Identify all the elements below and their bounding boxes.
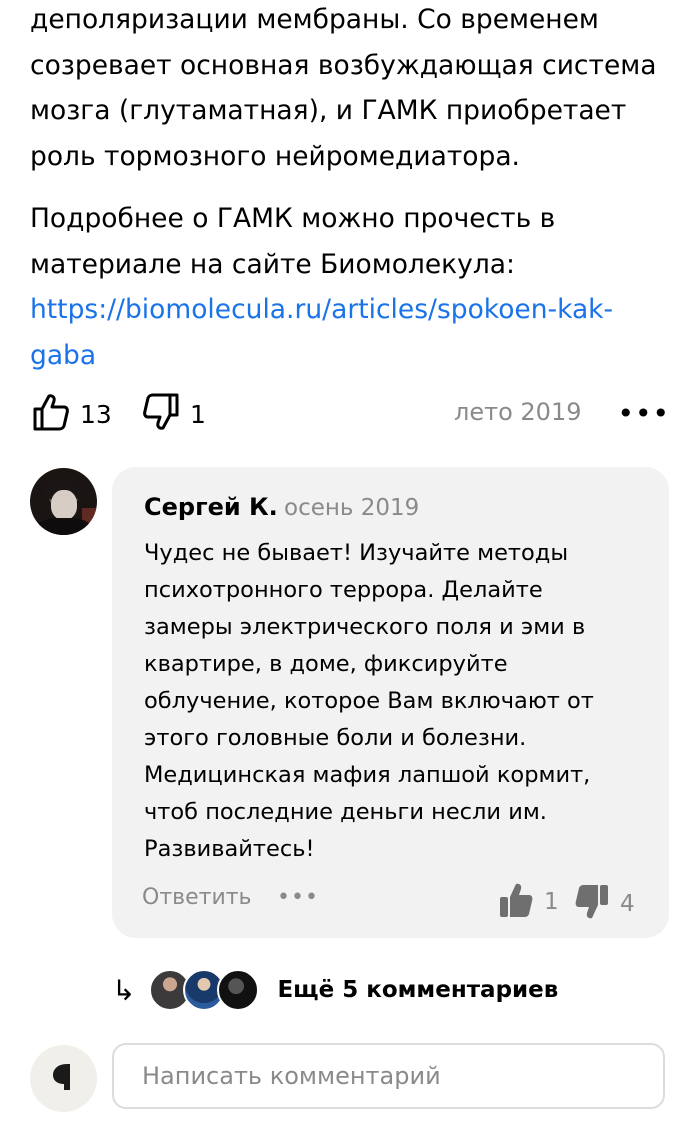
comment-like-button[interactable]: 1: [498, 881, 559, 923]
article-text: деполяризации мембраны. Со временем созр…: [30, 0, 670, 378]
article-paragraph: Подробнее о ГАМК можно прочесть в матери…: [30, 196, 670, 378]
comment-more-button[interactable]: •••: [277, 885, 319, 910]
text-line: созревает основная возбуждающая система: [30, 49, 657, 81]
more-comments-label: Ещё 5 комментариев: [277, 977, 559, 1003]
thumbs-down-icon: [142, 392, 180, 436]
text-line: материале на сайте Биомолекула:: [30, 248, 515, 280]
biomolecula-link[interactable]: https://biomolecula.ru/articles/spokoen-…: [30, 294, 613, 371]
reply-arrow-icon: ↳: [112, 973, 136, 1007]
reply-button[interactable]: Ответить: [142, 885, 252, 910]
text-line: роль тормозного нейромедиатора.: [30, 140, 520, 172]
link-line[interactable]: https://biomolecula.ru/articles/spokoen-…: [30, 294, 613, 325]
zen-logo-icon: [49, 1060, 79, 1098]
link-line[interactable]: gaba: [30, 340, 96, 371]
comment-dislike-count: 4: [620, 891, 635, 917]
post-actions: 13 1 лето 2019 •••: [30, 392, 670, 436]
like-button[interactable]: 13: [32, 392, 112, 436]
thumbs-up-icon: [32, 392, 70, 436]
text-line: облучение, которое Вам включают от: [144, 688, 594, 714]
text-line: мозга (глутаматная), и ГАМК приобретает: [30, 95, 627, 126]
comment-like-count: 1: [544, 889, 559, 915]
text-line: Развивайтесь!: [144, 836, 315, 862]
post-date: лето 2019: [454, 398, 582, 426]
article-paragraph: деполяризации мембраны. Со временем созр…: [30, 0, 670, 179]
comment-dislike-button[interactable]: 4: [574, 883, 635, 925]
text-line: замеры электрического поля и эми в: [144, 614, 586, 640]
user-avatar[interactable]: [30, 1045, 97, 1112]
thumbs-down-filled-icon: [574, 883, 610, 925]
comment-date: осень 2019: [284, 495, 420, 521]
text-line: этого головные боли и болезни.: [144, 725, 527, 751]
text-line: чтоб последние деньги несли им.: [144, 799, 547, 825]
text-line: квартире, в доме, фиксируйте: [144, 651, 508, 677]
post-more-button[interactable]: •••: [617, 400, 670, 428]
commenter-avatar[interactable]: [30, 468, 97, 535]
like-count: 13: [80, 399, 112, 429]
thumbs-up-filled-icon: [498, 881, 534, 923]
text-line: Чудес не бывает! Изучайте методы: [144, 540, 569, 566]
comment-text: Чудес не бывает! Изучайте методы психотр…: [144, 535, 644, 868]
show-more-comments[interactable]: ↳ Ещё 5 комментариев: [112, 966, 558, 1014]
text-line: Подробнее о ГАМК можно прочесть в: [30, 203, 556, 234]
comment-input[interactable]: [112, 1043, 665, 1109]
dislike-count: 1: [190, 399, 206, 429]
comment-author[interactable]: Сергей К.: [144, 493, 278, 521]
text-line: деполяризации мембраны. Со временем: [30, 4, 599, 35]
comment-card: Сергей К. осень 2019 Чудес не бывает! Из…: [112, 467, 669, 938]
text-line: психотронного террора. Делайте: [144, 577, 543, 603]
text-line: Медицинская мафия лапшой кормит,: [144, 762, 591, 788]
dislike-button[interactable]: 1: [142, 392, 206, 436]
avatar: [217, 969, 260, 1011]
